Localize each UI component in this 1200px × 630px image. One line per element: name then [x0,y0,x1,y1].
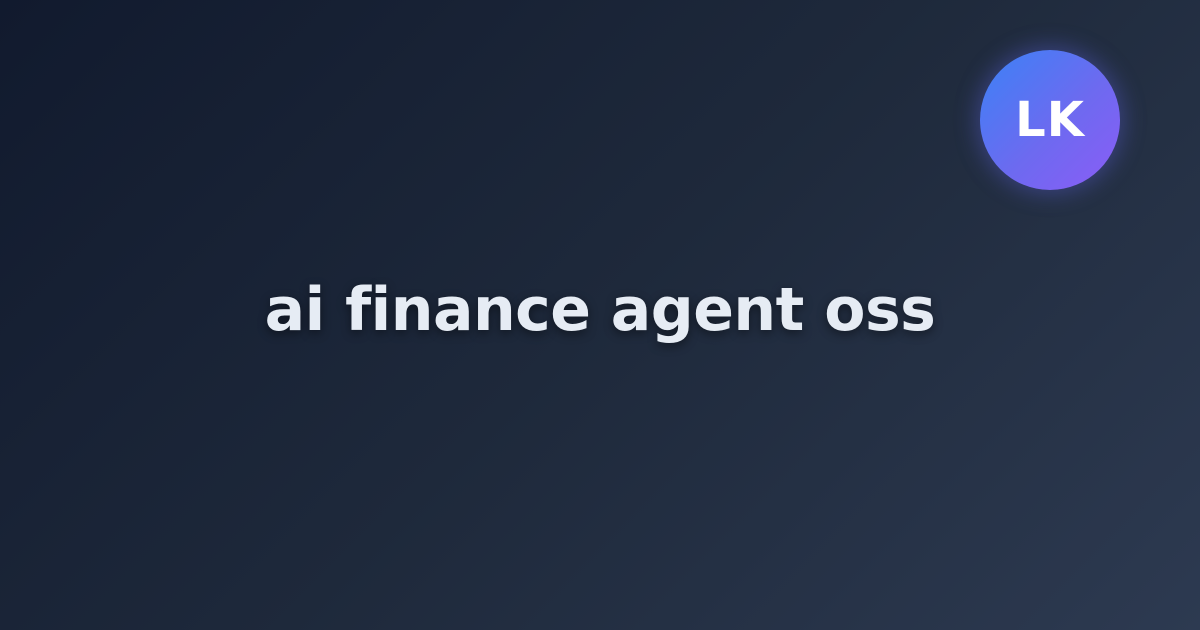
avatar: LK [980,50,1120,190]
social-preview-card: LK ai finance agent oss [0,0,1200,630]
avatar-initials: LK [1015,92,1085,148]
page-title: ai finance agent oss [264,275,936,345]
